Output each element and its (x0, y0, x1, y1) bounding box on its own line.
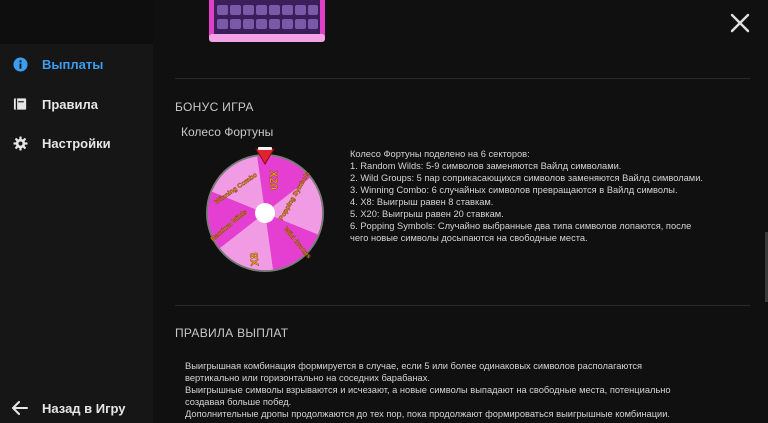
game-grid-preview-image (209, 0, 325, 42)
wheel-desc-line: чего новые символы досыпаются на свободн… (350, 233, 588, 243)
paytable-content[interactable]: БОНУС ИГРА Колесо Фортуны X20 Winning Co… (153, 0, 768, 423)
sidebar-top (0, 0, 153, 44)
back-to-game-label: Назад в Игру (42, 400, 126, 416)
arrow-left-icon (12, 400, 28, 416)
payout-rule-line: Дополнительные дропы продолжаются до тех… (185, 409, 671, 419)
wheel-desc-line: 6. Popping Symbols: Случайно выбранные д… (350, 221, 692, 231)
wheel-pointer-icon (255, 147, 275, 165)
payout-rules-text: Выигрышная комбинация формируется в случ… (185, 360, 750, 420)
sidebar-item-label: Правила (42, 96, 98, 112)
payout-rules-title: ПРАВИЛА ВЫПЛАТ (175, 326, 289, 340)
section-divider (175, 78, 750, 79)
section-divider (175, 305, 750, 306)
close-button[interactable] (729, 12, 751, 34)
wheel-desc-line: Колесо Фортуны поделено на 6 секторов: (350, 149, 530, 159)
paytable-screen: Выплаты Правила Настройки Назад в Игру Б… (0, 0, 768, 423)
bonus-section-title: БОНУС ИГРА (175, 100, 254, 114)
sidebar: Выплаты Правила Настройки Назад в Игру (0, 0, 153, 423)
payout-rule-line: Выигрышные символы взрываются и исчезают… (185, 385, 671, 395)
payout-rule-line: вертикально или горизонтально на соседни… (185, 373, 430, 383)
sidebar-item-payouts[interactable]: Выплаты (0, 45, 153, 83)
payout-rule-line: создавая больше побед. (185, 397, 292, 407)
wheel-sector-label: X20 (267, 170, 279, 190)
sidebar-item-settings[interactable]: Настройки (0, 124, 153, 162)
book-icon (12, 96, 28, 112)
payout-rule-line: Выигрышная комбинация формируется в случ… (185, 361, 643, 371)
wheel-title: Колесо Фортуны (181, 125, 274, 139)
info-icon (12, 56, 28, 72)
wheel-sector-label: X8 (248, 252, 261, 266)
fortune-wheel-image: X20 Winning Combo Popping Symbols X8 Ran… (206, 154, 324, 272)
wheel-desc-line: 5. X20: Выигрыш равен 20 ставкам. (350, 209, 504, 219)
sidebar-item-label: Настройки (42, 135, 111, 151)
wheel-desc-line: 3. Winning Combo: 6 случайных символов п… (350, 185, 678, 195)
wheel-desc-line: 4. X8: Выигрыш равен 8 ставкам. (350, 197, 494, 207)
sidebar-item-rules[interactable]: Правила (0, 85, 153, 123)
back-to-game-button[interactable]: Назад в Игру (0, 389, 153, 423)
wheel-desc-line: 1. Random Wilds: 5-9 символов заменяются… (350, 161, 622, 171)
gear-icon (12, 135, 28, 151)
wheel-desc-line: 2. Wild Groups: 5 пар соприкасающихся си… (350, 173, 703, 183)
wheel-description: Колесо Фортуны поделено на 6 секторов: 1… (350, 148, 750, 244)
sidebar-item-label: Выплаты (42, 56, 104, 72)
close-icon (730, 13, 750, 33)
